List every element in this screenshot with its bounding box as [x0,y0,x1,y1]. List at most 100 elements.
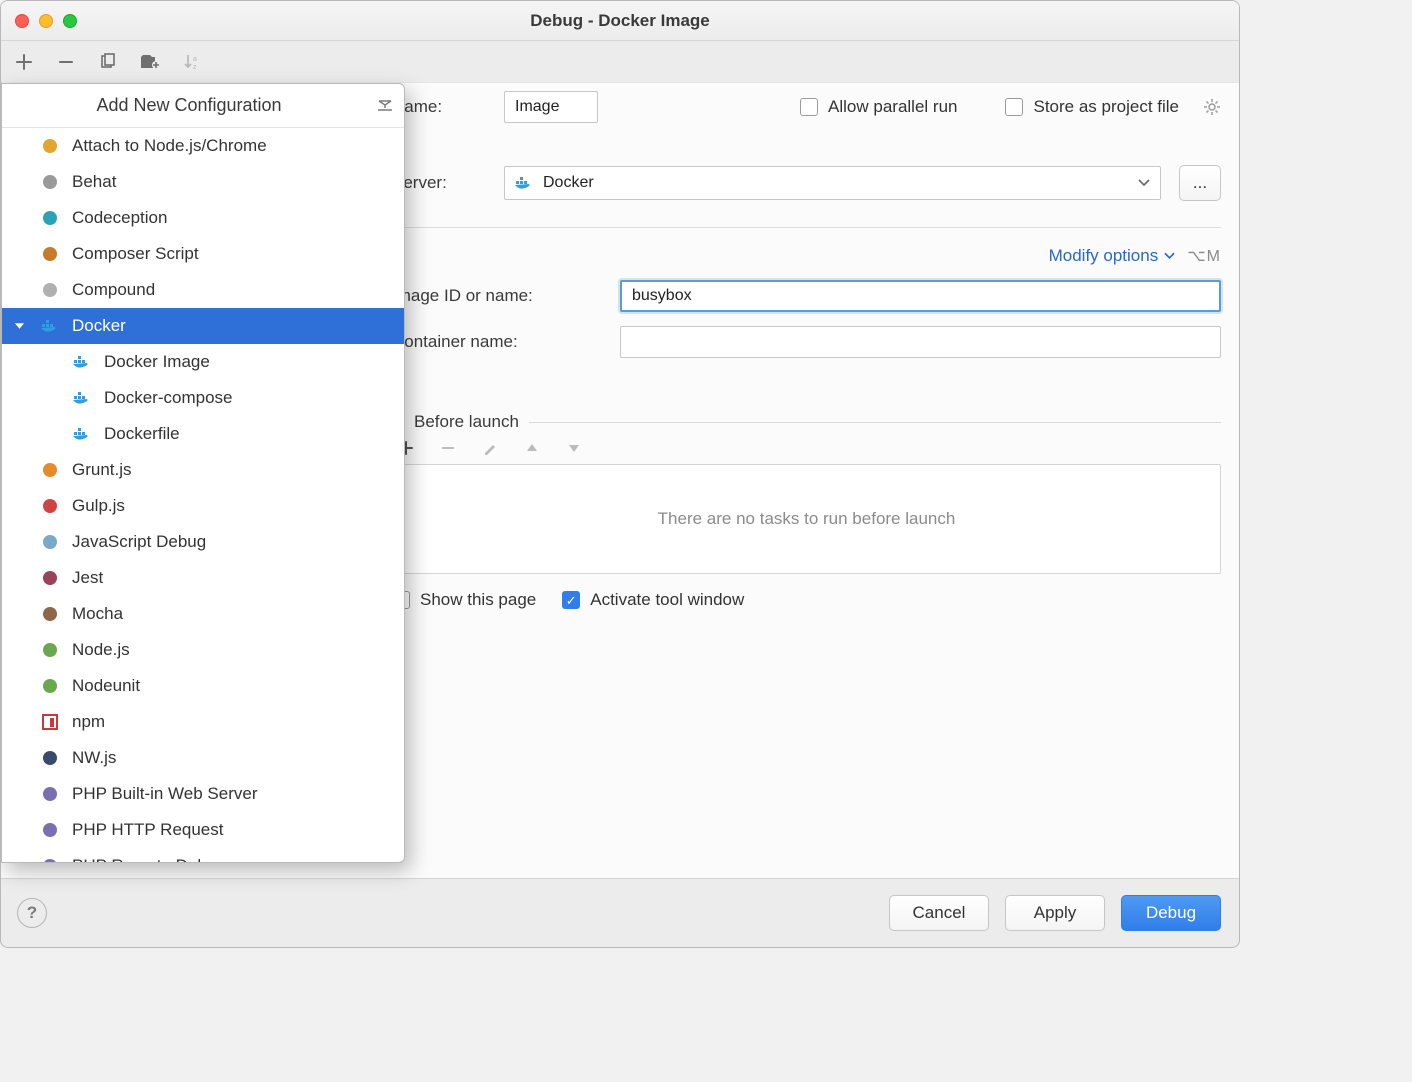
config-type-label: npm [72,712,105,732]
npm-icon [40,712,60,732]
config-type-dockerfile[interactable]: Dockerfile [2,416,404,452]
activate-tool-checkbox[interactable]: ✓ Activate tool window [562,590,744,610]
php-icon [40,856,60,863]
config-type-composer-script[interactable]: Composer Script [2,236,404,272]
help-button[interactable]: ? [17,898,47,928]
codeception-icon [40,208,60,228]
edit-task-icon[interactable] [482,440,498,456]
config-type-node-js[interactable]: Node.js [2,632,404,668]
config-type-docker-image[interactable]: Docker Image [2,344,404,380]
server-dropdown[interactable]: Docker [504,166,1161,200]
config-type-codeception[interactable]: Codeception [2,200,404,236]
modify-options-link[interactable]: Modify options [1049,246,1176,266]
name-input[interactable] [504,91,598,123]
config-type-nw-js[interactable]: NW.js [2,740,404,776]
config-type-label: PHP Built-in Web Server [72,784,258,804]
divider [529,422,1221,423]
debug-button[interactable]: Debug [1121,895,1221,931]
config-type-label: Compound [72,280,155,300]
server-browse-button[interactable]: ... [1179,165,1221,201]
config-type-label: Behat [72,172,116,192]
svg-text:a: a [193,56,197,63]
docker-icon [72,388,92,408]
config-type-label: Nodeunit [72,676,140,696]
gulp-icon [40,496,60,516]
chevron-down-icon [1164,252,1175,260]
add-config-popup: Add New Configuration Attach to Node.js/… [1,83,405,863]
server-label: Server: [392,173,486,193]
store-project-checkbox[interactable]: Store as project file [1005,97,1179,117]
config-type-label: Grunt.js [72,460,132,480]
svg-text:z: z [193,64,197,71]
allow-parallel-checkbox[interactable]: Allow parallel run [800,97,957,117]
filter-icon[interactable] [376,98,394,114]
config-type-gulp-js[interactable]: Gulp.js [2,488,404,524]
config-type-label: Composer Script [72,244,199,264]
nwjs-icon [40,748,60,768]
move-down-icon[interactable] [566,440,582,456]
config-type-label: Attach to Node.js/Chrome [72,136,267,156]
config-type-docker-compose[interactable]: Docker-compose [2,380,404,416]
config-type-label: NW.js [72,748,116,768]
before-launch-header[interactable]: Before launch [392,412,1221,432]
checkbox-checked-icon: ✓ [562,591,580,609]
behat-icon [40,172,60,192]
container-name-input[interactable] [620,326,1221,358]
cancel-button[interactable]: Cancel [889,895,989,931]
config-type-attach-to-node-js-chrome[interactable]: Attach to Node.js/Chrome [2,128,404,164]
dialog-window: Debug - Docker Image az Name: [0,0,1240,948]
name-label: Name: [392,97,486,117]
config-type-mocha[interactable]: Mocha [2,596,404,632]
sort-alpha-icon[interactable]: az [181,51,203,73]
content-area: Name: Allow parallel run Store as projec… [1,83,1239,878]
attach-js-icon [40,136,60,156]
docker-icon [515,176,533,190]
config-type-docker[interactable]: Docker [2,308,404,344]
before-launch-label: Before launch [414,412,519,432]
copy-config-icon[interactable] [97,51,119,73]
config-type-compound[interactable]: Compound [2,272,404,308]
docker-icon [72,424,92,444]
config-type-label: Jest [72,568,103,588]
config-type-label: Docker [72,316,126,336]
save-template-icon[interactable] [139,51,161,73]
add-config-icon[interactable] [13,51,35,73]
config-type-label: Docker-compose [104,388,233,408]
nodeunit-icon [40,676,60,696]
config-type-javascript-debug[interactable]: JavaScript Debug [2,524,404,560]
image-id-input[interactable] [620,280,1221,312]
before-launch-toolbar [392,432,1221,464]
container-name-label: Container name: [392,332,602,352]
show-this-page-checkbox[interactable]: Show this page [392,590,536,610]
composer-icon [40,244,60,264]
node-icon [40,640,60,660]
php-icon [40,784,60,804]
titlebar: Debug - Docker Image [1,1,1239,41]
config-type-grunt-js[interactable]: Grunt.js [2,452,404,488]
config-type-npm[interactable]: npm [2,704,404,740]
config-type-php-built-in-web-server[interactable]: PHP Built-in Web Server [2,776,404,812]
config-type-label: Mocha [72,604,123,624]
config-type-label: JavaScript Debug [72,532,206,552]
before-launch-tasks: There are no tasks to run before launch [392,464,1221,574]
divider [392,227,1221,228]
jsdebug-icon [40,532,60,552]
config-type-label: Node.js [72,640,130,660]
no-tasks-placeholder: There are no tasks to run before launch [658,509,956,529]
grunt-icon [40,460,60,480]
php-icon [40,820,60,840]
remove-task-icon[interactable] [440,440,456,456]
store-project-label: Store as project file [1033,97,1179,117]
remove-config-icon[interactable] [55,51,77,73]
config-type-nodeunit[interactable]: Nodeunit [2,668,404,704]
move-up-icon[interactable] [524,440,540,456]
docker-icon [72,352,92,372]
apply-button[interactable]: Apply [1005,895,1105,931]
config-type-jest[interactable]: Jest [2,560,404,596]
config-type-behat[interactable]: Behat [2,164,404,200]
config-toolbar: az [1,41,1239,83]
config-type-php-remote-debug[interactable]: PHP Remote Debug [2,848,404,863]
gear-icon[interactable] [1203,98,1221,116]
config-type-php-http-request[interactable]: PHP HTTP Request [2,812,404,848]
popup-title: Add New Configuration [2,95,376,116]
